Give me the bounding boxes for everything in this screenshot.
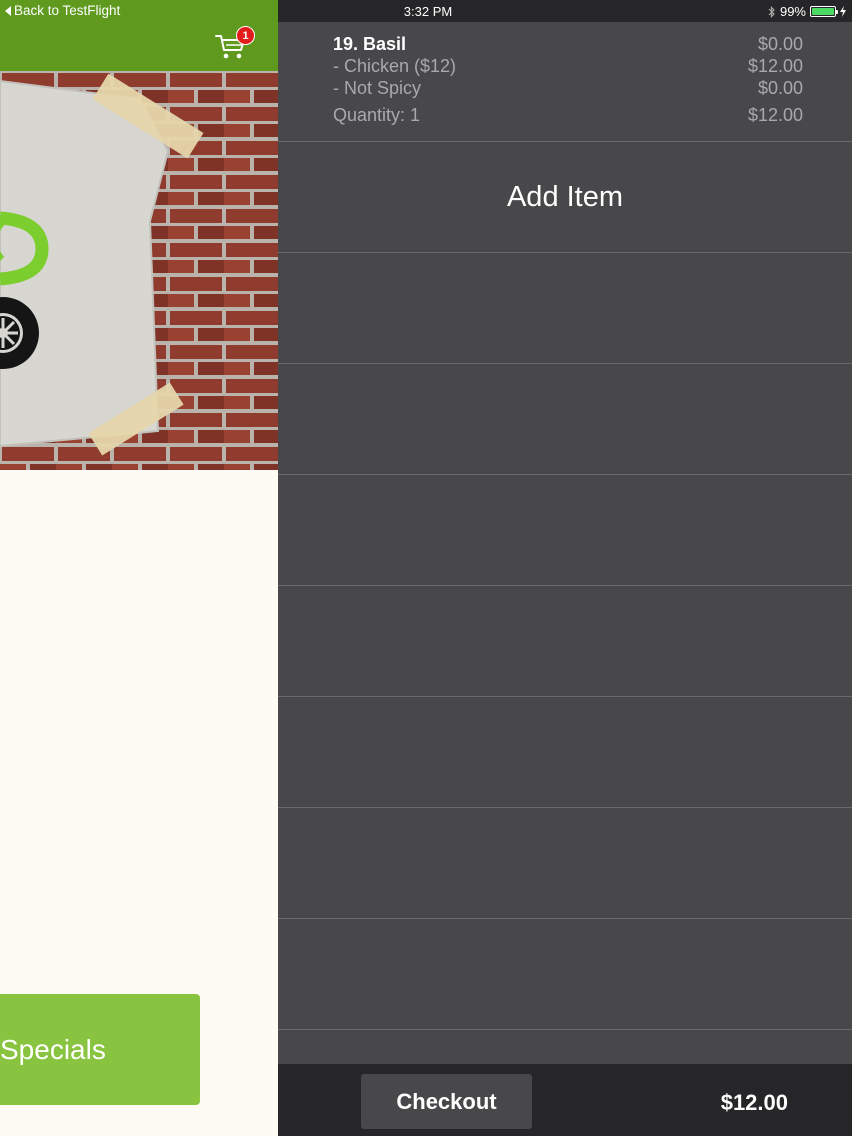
status-bar: 3:32 PM 99% xyxy=(278,0,852,22)
cart-count-badge: 1 xyxy=(236,26,255,45)
hero-image xyxy=(0,71,278,470)
empty-cart-row xyxy=(278,475,852,586)
brick-wall-poster-image xyxy=(0,71,278,470)
cart-item-quantity: Quantity: 1 xyxy=(333,105,421,125)
empty-cart-row xyxy=(278,364,852,475)
cart-item[interactable]: 19. Basil $0.00 - Chicken ($12) $12.00 -… xyxy=(278,22,852,142)
option-price: $12.00 xyxy=(747,56,803,76)
cart-item-quantity-row: Quantity: 1 $12.00 xyxy=(333,105,803,126)
cart-item-option: - Not Spicy $0.00 xyxy=(333,78,803,99)
status-indicators: 99% xyxy=(768,4,846,19)
checkout-button[interactable]: Checkout xyxy=(361,1074,532,1129)
empty-cart-row xyxy=(278,586,852,697)
specials-button[interactable]: Specials xyxy=(0,994,200,1105)
bluetooth-icon xyxy=(768,5,775,18)
checkout-footer: Checkout $12.00 xyxy=(278,1064,852,1136)
checkout-label: Checkout xyxy=(396,1088,497,1114)
back-to-testflight-link[interactable]: Back to TestFlight xyxy=(5,3,120,18)
battery-level-fill xyxy=(812,8,834,15)
charging-bolt-icon xyxy=(840,6,846,17)
option-label: - Chicken ($12) xyxy=(333,56,457,76)
nav-bar: Back to TestFlight 1 xyxy=(0,0,278,71)
order-total: $12.00 xyxy=(720,1090,788,1115)
empty-cart-row xyxy=(278,919,852,1030)
main-app-panel: Back to TestFlight 1 Specials xyxy=(0,0,278,1136)
specials-label: Specials xyxy=(0,1033,106,1065)
cart-item-name: 19. Basil xyxy=(333,34,407,54)
add-item-button[interactable]: Add Item xyxy=(278,142,852,253)
empty-cart-row xyxy=(278,253,852,364)
empty-cart-row xyxy=(278,697,852,808)
cart-item-line-total: $12.00 xyxy=(747,105,803,125)
status-time: 3:32 PM xyxy=(403,4,453,19)
battery-percent: 99% xyxy=(779,4,806,19)
back-chevron-icon xyxy=(5,5,11,16)
cart-item-price: $0.00 xyxy=(757,34,803,54)
back-link-label: Back to TestFlight xyxy=(14,3,121,18)
option-label: - Not Spicy xyxy=(333,78,422,98)
cart-item-header: 19. Basil $0.00 xyxy=(333,34,803,55)
add-item-label: Add Item xyxy=(506,180,624,213)
cart-panel: 19. Basil $0.00 - Chicken ($12) $12.00 -… xyxy=(278,22,852,1064)
cart-item-option: - Chicken ($12) $12.00 xyxy=(333,56,803,77)
battery-icon xyxy=(810,6,838,17)
empty-cart-row xyxy=(278,808,852,919)
option-price: $0.00 xyxy=(757,78,803,98)
